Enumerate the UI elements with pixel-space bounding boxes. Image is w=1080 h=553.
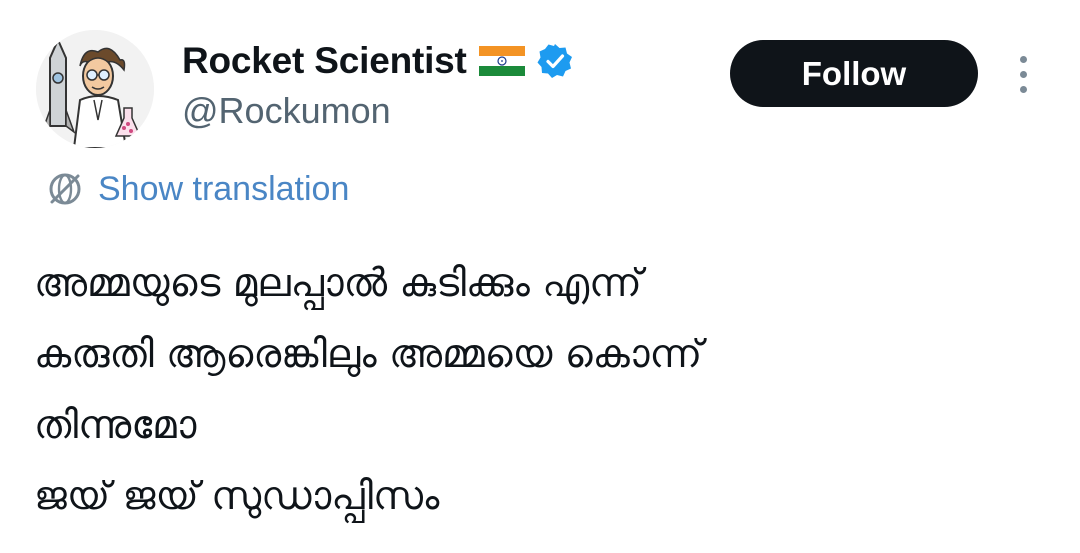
show-translation-link[interactable]: Show translation bbox=[46, 166, 349, 212]
avatar[interactable] bbox=[36, 30, 154, 148]
author-name-row: Rocket Scientist bbox=[182, 38, 573, 84]
tweet-text-line: അമ്മയുടെ മുലപ്പാൽ കുടിക്കും എന്ന് bbox=[34, 261, 642, 306]
more-options-button[interactable] bbox=[1006, 52, 1040, 96]
show-translation-label: Show translation bbox=[98, 169, 350, 208]
author-handle[interactable]: @Rockumon bbox=[182, 90, 391, 132]
tweet-text-line: ജയ് ജയ് സുഡാപ്പിസം bbox=[34, 474, 440, 519]
verified-badge-icon[interactable] bbox=[537, 43, 573, 79]
more-vertical-icon bbox=[1019, 55, 1027, 63]
translate-globe-icon bbox=[46, 170, 84, 208]
tweet-text: അമ്മയുടെ മുലപ്പാൽ കുടിക്കും എന്ന് കരുതി … bbox=[34, 248, 1044, 532]
tweet-text-line: തിന്നുമോ bbox=[34, 403, 197, 448]
follow-button[interactable]: Follow bbox=[730, 40, 978, 107]
tweet-text-line: കരുതി ആരെങ്കിലും അമ്മയെ കൊന്ന് bbox=[34, 332, 703, 377]
india-flag-icon bbox=[478, 44, 525, 78]
author-display-name[interactable]: Rocket Scientist bbox=[182, 40, 467, 82]
tweet-card: Rocket Scientist @Rockumon Follow Show t… bbox=[0, 0, 1080, 553]
scientist-rocket-avatar-icon bbox=[36, 30, 154, 148]
